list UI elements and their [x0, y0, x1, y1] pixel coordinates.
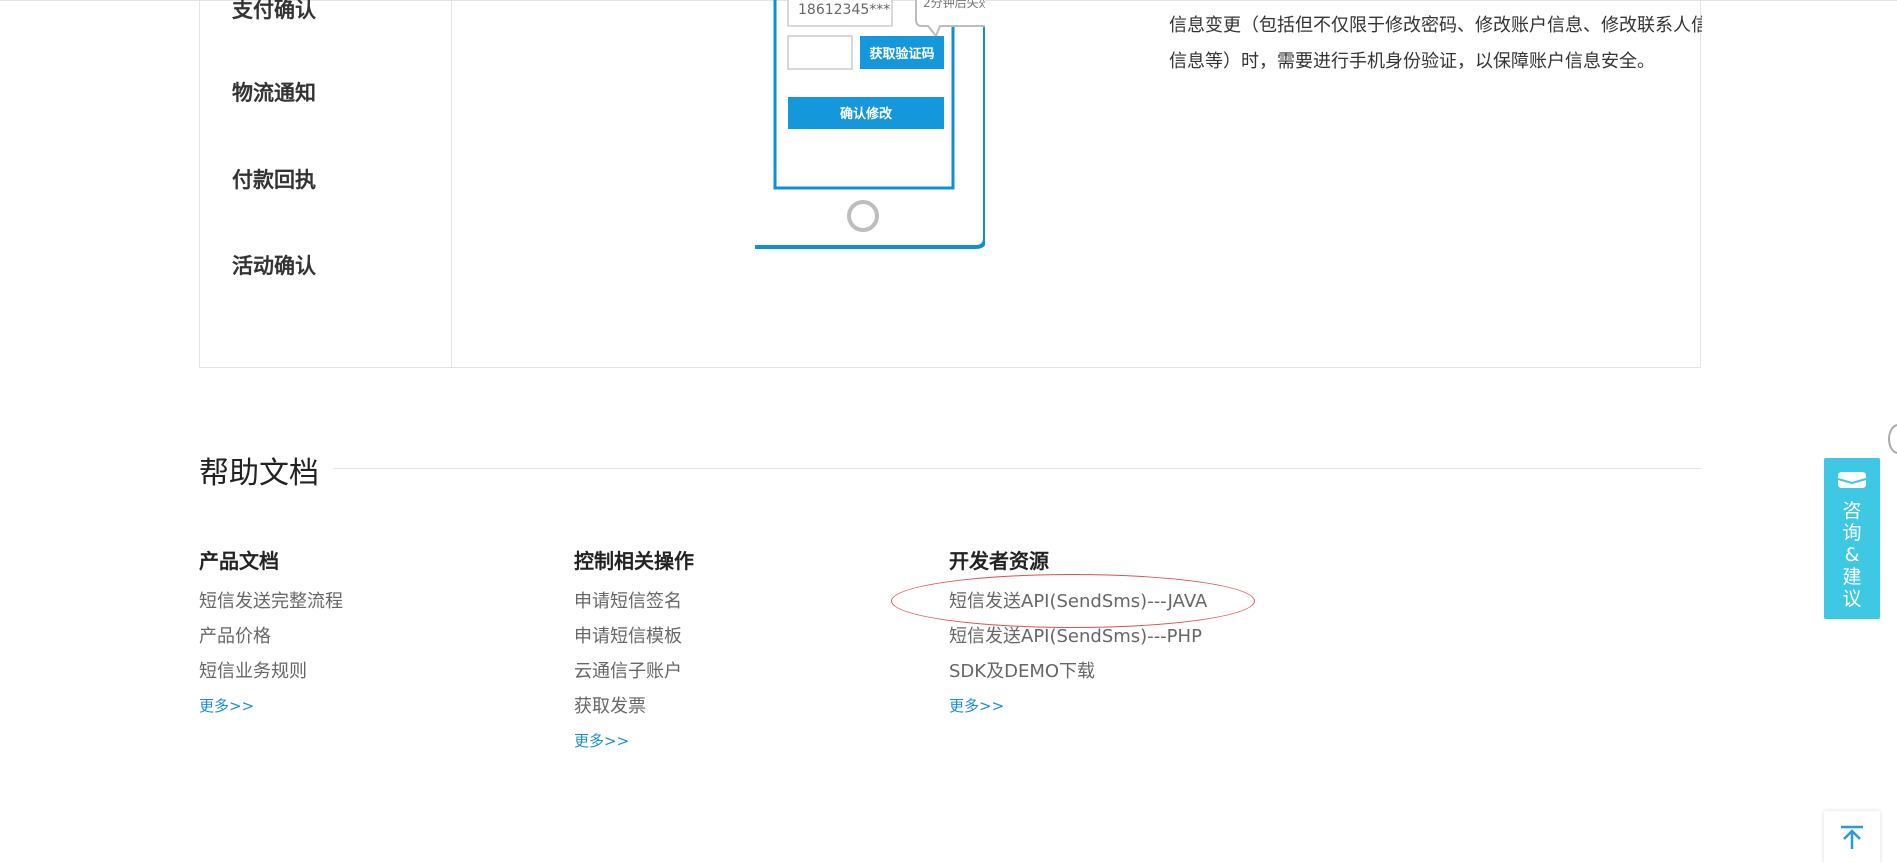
scenario-panel: 支付确认 物流通知 付款回执 活动确认 18612345*** 2分钟后失效，请… — [199, 0, 1702, 368]
consult-feedback-button[interactable]: 咨 询 & 建 议 — [1824, 458, 1880, 619]
help-docs-title: 帮助文档 — [199, 456, 319, 491]
more-link[interactable]: 更多>> — [949, 689, 1309, 724]
column-heading: 控制相关操作 — [574, 549, 694, 573]
product-docs-column: 产品文档 短信发送完整流程 产品价格 短信业务规则 更多>> — [199, 546, 559, 724]
doc-link-sendsms-php[interactable]: 短信发送API(SendSms)---PHP — [949, 619, 1309, 654]
more-link[interactable]: 更多>> — [199, 689, 559, 724]
scenario-description-line: 信息等）时，需要进行手机身份验证，以保障账户信息安全。 — [1169, 51, 1655, 72]
console-ops-column: 控制相关操作 申请短信签名 申请短信模板 云通信子账户 获取发票 更多>> — [574, 546, 934, 759]
edge-widget-peek[interactable] — [1888, 424, 1897, 454]
home-button-icon — [847, 200, 879, 232]
scenario-menu-item-logistics[interactable]: 物流通知 — [232, 77, 316, 107]
doc-link[interactable]: 产品价格 — [199, 619, 559, 654]
more-link[interactable]: 更多>> — [574, 724, 934, 759]
consult-label: 咨 询 & 建 议 — [1842, 500, 1862, 610]
doc-link[interactable]: 短信业务规则 — [199, 654, 559, 689]
doc-link-sendsms-java[interactable]: 短信发送API(SendSms)---JAVA — [949, 584, 1309, 619]
chat-bubble-icon — [1837, 472, 1867, 488]
svg-text:获取验证码: 获取验证码 — [869, 46, 934, 62]
developer-resources-column: 开发者资源 短信发送API(SendSms)---JAVA 短信发送API(Se… — [949, 546, 1309, 724]
phone-illustration: 18612345*** 2分钟后失效，请尽快操作。 获取验证码 确认修改 — [755, 0, 985, 249]
scenario-menu: 支付确认 物流通知 付款回执 活动确认 — [200, 0, 452, 367]
scenario-menu-item-activity-confirm[interactable]: 活动确认 — [232, 250, 316, 280]
scenario-menu-item-payment-confirm[interactable]: 支付确认 — [232, 0, 316, 24]
scenario-menu-item-payment-receipt[interactable]: 付款回执 — [232, 164, 316, 194]
arrow-up-icon — [1841, 825, 1863, 849]
doc-link[interactable]: 申请短信签名 — [574, 584, 934, 619]
doc-link[interactable]: 申请短信模板 — [574, 619, 934, 654]
doc-link-sdk-demo[interactable]: SDK及DEMO下载 — [949, 654, 1309, 689]
column-heading: 开发者资源 — [949, 549, 1049, 573]
doc-link[interactable]: 短信发送完整流程 — [199, 584, 559, 619]
column-heading: 产品文档 — [199, 549, 279, 573]
doc-link[interactable]: 云通信子账户 — [574, 654, 934, 689]
scenario-description-line: 信息变更（包括但不仅限于修改密码、修改账户信息、修改联系人信息 — [1169, 15, 1702, 36]
phone-tooltip-text: 2分钟后失效，请尽快操作。 — [923, 0, 985, 10]
scenario-description: 信息变更（包括但不仅限于修改密码、修改账户信息、修改联系人信息 信息等）时，需要… — [1169, 8, 1702, 88]
doc-link[interactable]: 获取发票 — [574, 689, 934, 724]
phone-number-text: 18612345*** — [798, 2, 890, 18]
help-title-divider — [333, 468, 1701, 469]
code-input-box — [787, 35, 853, 70]
back-to-top-button[interactable] — [1824, 811, 1880, 863]
svg-text:确认修改: 确认修改 — [840, 106, 893, 122]
